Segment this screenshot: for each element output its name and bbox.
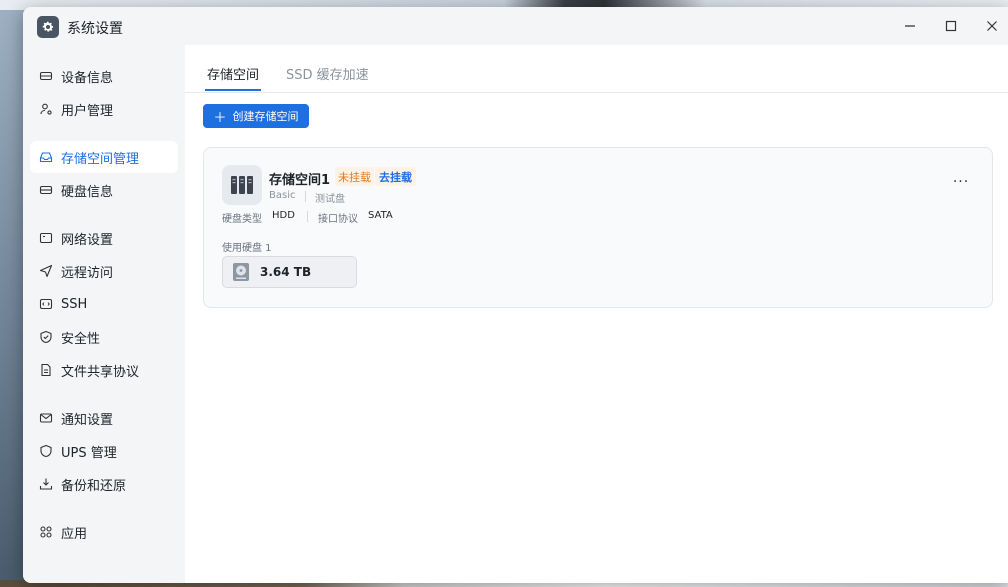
title-bar: 系统设置 bbox=[23, 7, 1008, 45]
sidebar-item-remote-access[interactable]: 远程访问 bbox=[30, 255, 178, 287]
raid-type: Basic bbox=[269, 190, 296, 201]
sidebar-item-label: UPS 管理 bbox=[61, 445, 117, 461]
network-icon bbox=[39, 231, 53, 245]
storage-pool-card: 存储空间1 未挂载 去挂载 Basic 测试盘 硬盘类型 HDD 接口协议 SA… bbox=[203, 147, 993, 308]
sidebar-item-device-info[interactable]: 设备信息 bbox=[30, 60, 178, 92]
tab-ssd-cache[interactable]: SSD 缓存加速 bbox=[286, 55, 369, 91]
more-options-button[interactable]: ··· bbox=[949, 172, 973, 192]
close-button[interactable] bbox=[981, 15, 1003, 37]
ups-icon bbox=[39, 444, 53, 458]
tab-storage[interactable]: 存储空间 bbox=[207, 55, 259, 91]
apps-icon bbox=[39, 525, 53, 539]
mail-icon bbox=[39, 411, 53, 425]
pool-description: 测试盘 bbox=[315, 194, 345, 205]
status-badge: 未挂载 bbox=[335, 167, 374, 186]
sidebar-item-storage-management[interactable]: 存储空间管理 bbox=[30, 141, 178, 173]
main-content: 存储空间 SSD 缓存加速 ＋ 创建存储空间 存储空间1 未挂载 去挂载 Bas… bbox=[185, 45, 1008, 583]
hdd-icon bbox=[233, 263, 249, 281]
sidebar-item-label: 通知设置 bbox=[61, 412, 114, 428]
sidebar-item-label: 网络设置 bbox=[61, 232, 114, 248]
sidebar-item-label: 存储空间管理 bbox=[61, 151, 140, 167]
disk-icon bbox=[39, 183, 53, 197]
file-icon bbox=[39, 363, 53, 377]
tabs-divider bbox=[185, 92, 1008, 93]
plus-icon: ＋ bbox=[213, 110, 227, 126]
window-title: 系统设置 bbox=[67, 21, 123, 37]
sidebar-item-label: SSH bbox=[61, 296, 88, 312]
terminal-icon bbox=[39, 297, 53, 311]
storage-pool-icon bbox=[222, 165, 262, 205]
active-tab-indicator bbox=[205, 89, 261, 91]
close-icon bbox=[987, 21, 997, 31]
sidebar-item-user-management[interactable]: 用户管理 bbox=[30, 93, 178, 125]
pool-name: 存储空间1 bbox=[269, 173, 331, 188]
sidebar-item-notifications[interactable]: 通知设置 bbox=[30, 402, 178, 434]
disk-chip[interactable]: 3.64 TB bbox=[222, 256, 357, 288]
sidebar-item-label: 设备信息 bbox=[61, 70, 114, 86]
sidebar-item-label: 文件共享协议 bbox=[61, 364, 140, 380]
maximize-button[interactable] bbox=[940, 15, 962, 37]
sidebar-item-ssh[interactable]: SSH bbox=[30, 288, 178, 320]
create-storage-label: 创建存储空间 bbox=[232, 110, 299, 123]
mount-link[interactable]: 去挂载 bbox=[375, 167, 416, 186]
disk-type-label: 硬盘类型 bbox=[222, 214, 262, 225]
sidebar-item-backup[interactable]: 备份和还原 bbox=[30, 468, 178, 500]
user-icon bbox=[39, 102, 53, 116]
sidebar-item-label: 备份和还原 bbox=[61, 478, 127, 494]
sidebar-item-file-sharing[interactable]: 文件共享协议 bbox=[30, 354, 178, 386]
disk-type-value: HDD bbox=[272, 210, 295, 221]
minimize-icon bbox=[905, 25, 915, 27]
maximize-icon bbox=[945, 20, 957, 32]
sidebar-item-network[interactable]: 网络设置 bbox=[30, 222, 178, 254]
disk-size: 3.64 TB bbox=[260, 265, 312, 279]
sidebar-item-label: 应用 bbox=[61, 526, 88, 542]
sidebar-item-label: 远程访问 bbox=[61, 265, 114, 281]
storage-icon bbox=[39, 150, 53, 164]
send-icon bbox=[39, 264, 53, 278]
gear-icon bbox=[37, 16, 59, 38]
sidebar-item-label: 硬盘信息 bbox=[61, 184, 114, 200]
sidebar-item-ups[interactable]: UPS 管理 bbox=[30, 435, 178, 467]
sidebar-item-apps[interactable]: 应用 bbox=[30, 516, 178, 548]
create-storage-button[interactable]: ＋ 创建存储空间 bbox=[203, 104, 309, 128]
divider bbox=[307, 211, 308, 222]
backup-icon bbox=[39, 477, 53, 491]
divider bbox=[305, 191, 306, 202]
interface-label: 接口协议 bbox=[318, 214, 358, 225]
minimize-button[interactable] bbox=[899, 15, 921, 37]
sidebar: 设备信息 用户管理 存储空间管理 硬盘信息 网络设置 远程访问 SSH 安全性 bbox=[23, 45, 185, 583]
interface-value: SATA bbox=[368, 210, 393, 221]
used-disks-label: 使用硬盘 1 bbox=[222, 243, 272, 254]
sidebar-item-label: 用户管理 bbox=[61, 103, 114, 119]
sidebar-item-security[interactable]: 安全性 bbox=[30, 321, 178, 353]
sidebar-item-label: 安全性 bbox=[61, 331, 101, 347]
shield-icon bbox=[39, 330, 53, 344]
sidebar-item-disk-info[interactable]: 硬盘信息 bbox=[30, 174, 178, 206]
settings-window: 系统设置 设备信息 用户管理 存储空间管理 硬盘信息 网络设置 远程访问 SSH… bbox=[23, 7, 1008, 583]
device-icon bbox=[39, 69, 53, 83]
